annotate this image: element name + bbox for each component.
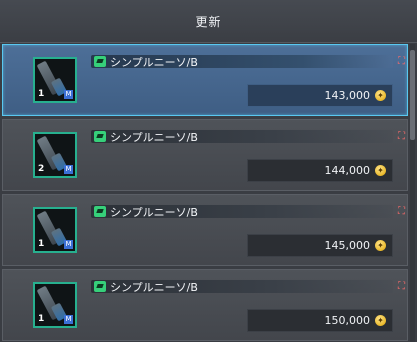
red-diamond-icon: ⛶ bbox=[398, 206, 405, 217]
item-name-bar: シンプルニーソ/B bbox=[91, 205, 393, 219]
item-quantity: 1 bbox=[38, 314, 45, 324]
item-row[interactable]: 2 M シンプルニーソ/B ⛶ 144,000 ✦ bbox=[2, 119, 408, 191]
refresh-label: 更新 bbox=[195, 14, 222, 29]
item-price: 143,000 bbox=[324, 89, 371, 102]
refresh-button[interactable]: 更新 bbox=[0, 0, 417, 42]
item-price: 144,000 bbox=[324, 164, 371, 177]
item-name: シンプルニーソ/B bbox=[110, 206, 198, 219]
scrollbar-thumb[interactable] bbox=[410, 50, 415, 140]
meseta-coin-icon: ✦ bbox=[375, 165, 386, 176]
item-row[interactable]: 1 M シンプルニーソ/B ⛶ 145,000 ✦ bbox=[2, 194, 408, 266]
item-thumbnail: 1 M bbox=[33, 207, 77, 253]
m-badge: M bbox=[64, 315, 73, 324]
item-name-bar: シンプルニーソ/B bbox=[91, 130, 393, 144]
item-price: 145,000 bbox=[324, 239, 371, 252]
item-name: シンプルニーソ/B bbox=[110, 56, 198, 69]
top-bar: 更新 bbox=[0, 0, 417, 43]
accessory-icon bbox=[94, 206, 106, 217]
item-row[interactable]: 1 M シンプルニーソ/B ⛶ 150,000 ✦ bbox=[2, 269, 408, 341]
item-row[interactable]: 1 M シンプルニーソ/B ⛶ 143,000 ✦ bbox=[2, 44, 408, 116]
red-diamond-icon: ⛶ bbox=[398, 281, 405, 292]
item-thumbnail: 1 M bbox=[33, 282, 77, 328]
accessory-icon bbox=[94, 131, 106, 142]
item-name-bar: シンプルニーソ/B bbox=[91, 55, 393, 69]
red-diamond-icon: ⛶ bbox=[398, 131, 405, 142]
price-box: 150,000 ✦ bbox=[247, 309, 393, 332]
item-thumbnail: 2 M bbox=[33, 132, 77, 178]
item-quantity: 1 bbox=[38, 89, 45, 99]
scrollbar[interactable] bbox=[410, 44, 415, 342]
item-price: 150,000 bbox=[324, 314, 371, 327]
item-quantity: 1 bbox=[38, 239, 45, 249]
item-name: シンプルニーソ/B bbox=[110, 281, 198, 294]
accessory-icon bbox=[94, 281, 106, 292]
meseta-coin-icon: ✦ bbox=[375, 90, 386, 101]
item-name-bar: シンプルニーソ/B bbox=[91, 280, 393, 294]
price-box: 144,000 ✦ bbox=[247, 159, 393, 182]
m-badge: M bbox=[64, 240, 73, 249]
item-list: 1 M シンプルニーソ/B ⛶ 143,000 ✦ 2 M シンプルニーソ/B … bbox=[0, 44, 417, 342]
meseta-coin-icon: ✦ bbox=[375, 315, 386, 326]
accessory-icon bbox=[94, 56, 106, 67]
m-badge: M bbox=[64, 165, 73, 174]
m-badge: M bbox=[64, 90, 73, 99]
item-name: シンプルニーソ/B bbox=[110, 131, 198, 144]
meseta-coin-icon: ✦ bbox=[375, 240, 386, 251]
price-box: 145,000 ✦ bbox=[247, 234, 393, 257]
item-thumbnail: 1 M bbox=[33, 57, 77, 103]
item-quantity: 2 bbox=[38, 164, 45, 174]
price-box: 143,000 ✦ bbox=[247, 84, 393, 107]
red-diamond-icon: ⛶ bbox=[398, 56, 405, 67]
